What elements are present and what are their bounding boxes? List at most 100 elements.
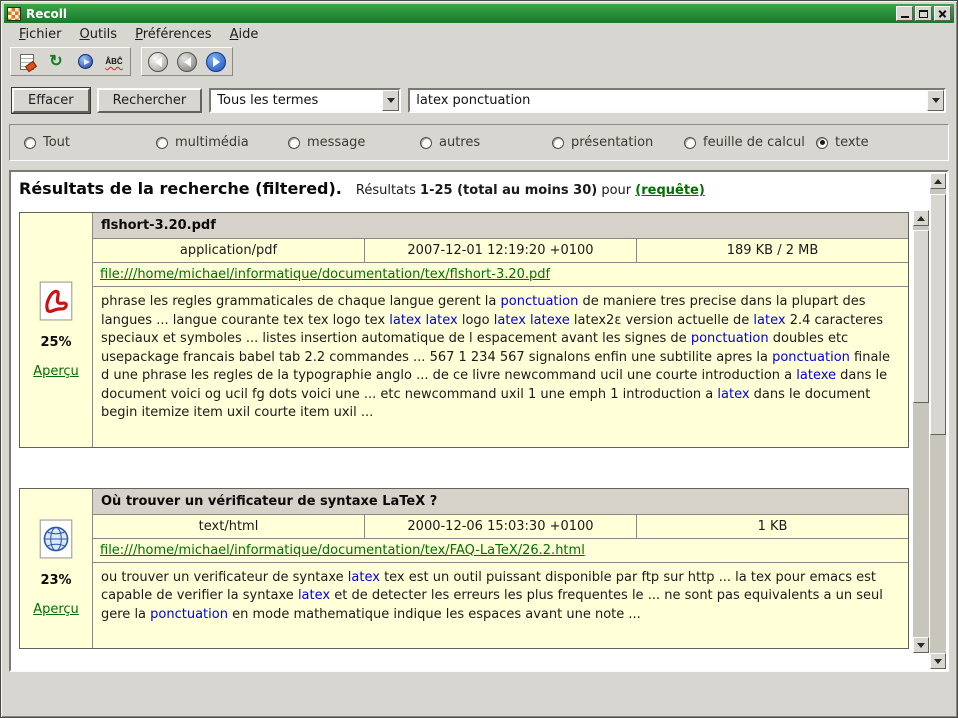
scrollbar-thumb[interactable]: [930, 194, 946, 435]
spellcheck-icon: ÂBĈ: [105, 57, 122, 66]
minimize-button[interactable]: [896, 6, 913, 21]
previous-page-button[interactable]: [174, 50, 200, 73]
query-detail-button[interactable]: [72, 50, 98, 73]
arrow-up-icon: [934, 179, 942, 184]
term-explorer-button[interactable]: ÂBĈ: [101, 50, 127, 73]
first-page-button[interactable]: [145, 50, 171, 73]
query-combobox: [408, 88, 946, 113]
result-snippet: ou trouver un verificateur de syntaxe la…: [93, 563, 908, 649]
toolbar-group-navigation: [141, 47, 233, 76]
preview-link[interactable]: Aperçu: [33, 602, 79, 617]
result-items: 25% Aperçu flshort-3.20.pdf application/…: [17, 210, 911, 667]
window-controls: [896, 6, 951, 21]
radio-icon: [552, 137, 564, 149]
results-header: Résultats de la recherche (filtered). Ré…: [19, 179, 907, 198]
maximize-button[interactable]: [915, 6, 932, 21]
filter-message[interactable]: message: [288, 135, 420, 150]
toolbar: ÂBĈ: [4, 46, 954, 77]
close-button[interactable]: [934, 6, 951, 21]
titlebar: Recoll: [4, 4, 954, 23]
filter-label: présentation: [571, 135, 653, 150]
toolbar-group-main: ÂBĈ: [10, 47, 131, 76]
filter-autres[interactable]: autres: [420, 135, 552, 150]
radio-icon: [816, 137, 828, 149]
arrow-down-icon: [387, 98, 395, 103]
maximize-icon: [919, 10, 928, 18]
result-snippet: phrase les regles grammaticales de chaqu…: [93, 287, 908, 447]
filter-feuille-de-calcul[interactable]: feuille de calcul: [684, 135, 816, 150]
result-item: 23% Aperçu Où trouver un vérificateur de…: [19, 488, 909, 650]
filter-texte[interactable]: texte: [816, 135, 869, 150]
results-list: 25% Aperçu flshort-3.20.pdf application/…: [17, 210, 929, 667]
menubar: Fichier Outils Préférences Aide: [4, 23, 954, 46]
scroll-down-button[interactable]: [913, 637, 929, 653]
refresh-icon: [49, 54, 62, 70]
radio-icon: [156, 137, 168, 149]
scroll-up-button[interactable]: [913, 210, 929, 226]
filter-tout[interactable]: Tout: [24, 135, 156, 150]
clear-button[interactable]: Effacer: [12, 88, 90, 113]
result-url-link[interactable]: file:///home/michael/informatique/docume…: [100, 267, 550, 282]
query-history-chevron-icon[interactable]: [927, 90, 944, 111]
result-mime: application/pdf: [93, 239, 365, 262]
blue-sphere-icon: [78, 54, 93, 69]
scrollbar-track[interactable]: [913, 226, 929, 637]
arrow-down-icon: [934, 659, 942, 664]
clear-search-button[interactable]: [14, 50, 40, 73]
scroll-down-button[interactable]: [930, 653, 946, 669]
menu-aide[interactable]: Aide: [221, 24, 268, 45]
radio-icon: [24, 137, 36, 149]
window-title: Recoll: [26, 7, 891, 21]
menu-outils[interactable]: Outils: [71, 24, 127, 45]
result-side-column: 23% Aperçu: [20, 489, 93, 649]
clear-search-icon: [20, 54, 34, 70]
result-url-row: file:///home/michael/informatique/docume…: [93, 263, 908, 287]
search-type-value: Tous les termes: [211, 90, 382, 111]
preview-link[interactable]: Aperçu: [33, 364, 79, 379]
radio-icon: [684, 137, 696, 149]
results-outer-scrollbar[interactable]: [930, 173, 946, 669]
search-input[interactable]: [410, 90, 927, 111]
result-mime: text/html: [93, 515, 365, 538]
result-url-link[interactable]: file:///home/michael/informatique/docume…: [100, 543, 585, 558]
scrollbar-thumb[interactable]: [913, 230, 929, 403]
filter-label: texte: [835, 135, 869, 150]
filter-label: multimédia: [175, 135, 249, 150]
radio-icon: [420, 137, 432, 149]
close-icon: [938, 9, 947, 18]
result-title: flshort-3.20.pdf: [93, 213, 908, 239]
result-title: Où trouver un vérificateur de syntaxe La…: [93, 489, 908, 515]
menu-preferences[interactable]: Préférences: [126, 24, 220, 45]
html-icon: [38, 519, 74, 559]
result-meta-row: text/html 2000-12-06 15:03:30 +0100 1 KB: [93, 515, 908, 539]
search-button[interactable]: Rechercher: [97, 88, 203, 113]
arrow-up-icon: [917, 216, 925, 221]
relevance-percent: 23%: [40, 573, 71, 588]
arrow-down-icon: [932, 98, 940, 103]
results-for-word: pour: [601, 183, 631, 198]
filter-multimedia[interactable]: multimédia: [156, 135, 288, 150]
result-side-column: 25% Aperçu: [20, 213, 93, 447]
results-summary: Résultats 1-25 (total au moins 30) pour …: [356, 183, 705, 198]
scrollbar-track[interactable]: [930, 189, 946, 653]
radio-icon: [288, 137, 300, 149]
filter-presentation[interactable]: présentation: [552, 135, 684, 150]
result-item: 25% Aperçu flshort-3.20.pdf application/…: [19, 212, 909, 448]
result-date: 2000-12-06 15:03:30 +0100: [365, 515, 637, 538]
chevron-down-icon[interactable]: [382, 90, 399, 111]
results-word: Résultats: [356, 183, 416, 198]
search-type-combobox[interactable]: Tous les termes: [209, 88, 401, 113]
update-index-button[interactable]: [43, 50, 69, 73]
filter-panel: Tout multimédia message autres présentat…: [9, 124, 949, 161]
scroll-up-button[interactable]: [930, 173, 946, 189]
results-inner-scrollbar[interactable]: [913, 210, 929, 653]
menu-fichier[interactable]: Fichier: [10, 24, 71, 45]
query-link[interactable]: (requête): [635, 183, 705, 198]
result-meta-row: application/pdf 2007-12-01 12:19:20 +010…: [93, 239, 908, 263]
results-range: 1-25 (total au moins 30): [420, 183, 597, 198]
result-size: 189 KB / 2 MB: [637, 239, 908, 262]
minimize-icon: [901, 16, 909, 18]
results-panel: Résultats de la recherche (filtered). Ré…: [9, 170, 949, 672]
next-page-button[interactable]: [203, 50, 229, 73]
search-bar: Effacer Rechercher Tous les termes: [12, 87, 946, 113]
